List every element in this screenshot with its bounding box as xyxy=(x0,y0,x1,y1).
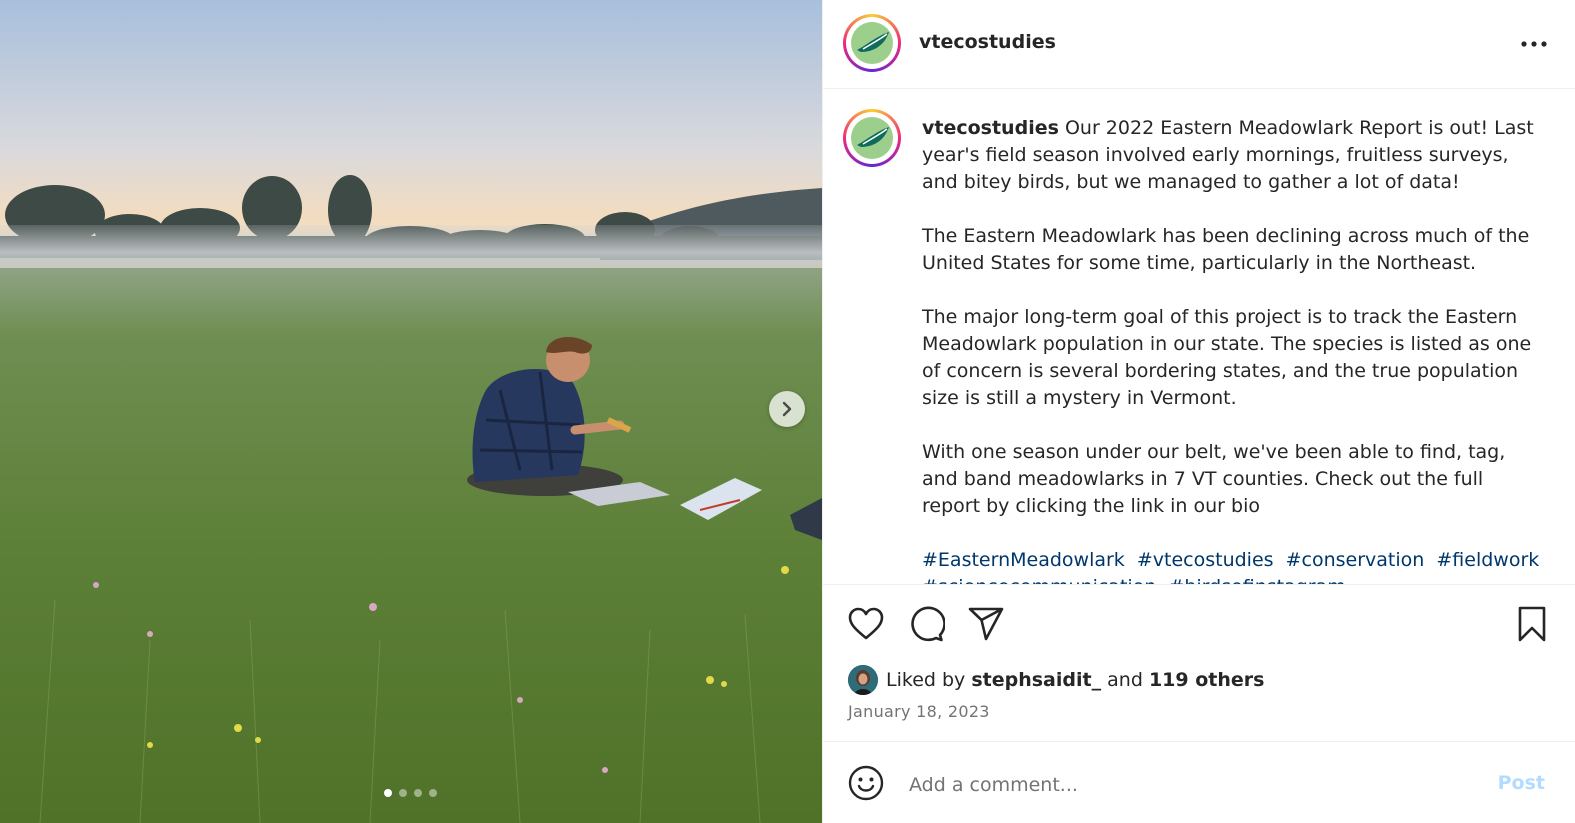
carousel-dot xyxy=(429,789,437,797)
save-button[interactable] xyxy=(1513,605,1551,643)
likes-others-link[interactable]: 119 others xyxy=(1149,669,1265,691)
emoji-button[interactable] xyxy=(847,764,885,802)
carousel-dot xyxy=(384,789,392,797)
caption-paragraph: vtecostudies Our 2022 Eastern Meadowlark… xyxy=(922,117,1534,193)
hashtag-link[interactable]: #sciencecommunication xyxy=(922,576,1156,584)
caption-scroll-area[interactable]: vtecostudies Our 2022 Eastern Meadowlark… xyxy=(823,89,1575,585)
hashtag-link[interactable]: #EasternMeadowlark xyxy=(922,549,1125,571)
comment-icon xyxy=(911,606,946,642)
post-side-panel: vtecostudies vtecostudies Our 2022 Easte… xyxy=(822,0,1575,823)
author-username[interactable]: vtecostudies xyxy=(919,31,1056,53)
heart-icon xyxy=(848,607,884,640)
hashtag-link[interactable]: #vtecostudies xyxy=(1137,549,1274,571)
caption-author-avatar[interactable] xyxy=(843,109,901,167)
post-actions xyxy=(823,585,1575,663)
field-photo xyxy=(0,0,822,823)
like-button[interactable] xyxy=(847,605,885,643)
caption-username[interactable]: vtecostudies xyxy=(922,117,1059,139)
comment-button[interactable] xyxy=(907,605,946,643)
caption-hashtags: #EasternMeadowlark #vtecostudies #conser… xyxy=(922,547,1547,584)
likes-middle: and xyxy=(1107,669,1143,691)
emoji-icon xyxy=(848,765,884,801)
share-icon xyxy=(968,607,1004,641)
hashtag-link[interactable]: #birdsofinstagram xyxy=(1168,576,1345,584)
vce-logo-icon xyxy=(851,22,893,64)
caption-paragraph: With one season under our belt, we've be… xyxy=(922,441,1506,517)
comment-input[interactable] xyxy=(907,766,1471,804)
chevron-right-icon xyxy=(782,401,792,417)
more-horizontal-icon xyxy=(1521,41,1547,47)
caption-paragraph: The major long-term goal of this project… xyxy=(922,306,1532,409)
carousel-indicator xyxy=(384,789,437,797)
post-date[interactable]: January 18, 2023 xyxy=(848,702,990,721)
caption-paragraph: The Eastern Meadowlark has been declinin… xyxy=(922,225,1530,274)
carousel-dot xyxy=(414,789,422,797)
comment-bar: Post xyxy=(823,741,1575,823)
likes-prefix: Liked by xyxy=(886,669,966,691)
post-media[interactable] xyxy=(0,0,822,823)
carousel-dot xyxy=(399,789,407,797)
share-button[interactable] xyxy=(967,605,1005,643)
post-caption: vtecostudies Our 2022 Eastern Meadowlark… xyxy=(922,115,1547,584)
hashtag-link[interactable]: #conservation xyxy=(1286,549,1425,571)
liker-avatar[interactable] xyxy=(848,665,878,695)
post-header: vtecostudies xyxy=(823,0,1575,89)
liker-username[interactable]: stephsaidit_ xyxy=(971,669,1101,691)
bookmark-icon xyxy=(1518,606,1546,642)
likes-summary: Liked by stephsaidit_ and 119 others xyxy=(848,665,1264,695)
liker-avatar-image xyxy=(848,665,878,695)
hashtag-link[interactable]: #fieldwork xyxy=(1436,549,1539,571)
more-options-button[interactable] xyxy=(1519,30,1549,58)
author-avatar[interactable] xyxy=(843,14,901,72)
vce-logo-icon xyxy=(851,117,893,159)
post-comment-button[interactable]: Post xyxy=(1498,772,1545,794)
carousel-next-button[interactable] xyxy=(769,391,805,427)
